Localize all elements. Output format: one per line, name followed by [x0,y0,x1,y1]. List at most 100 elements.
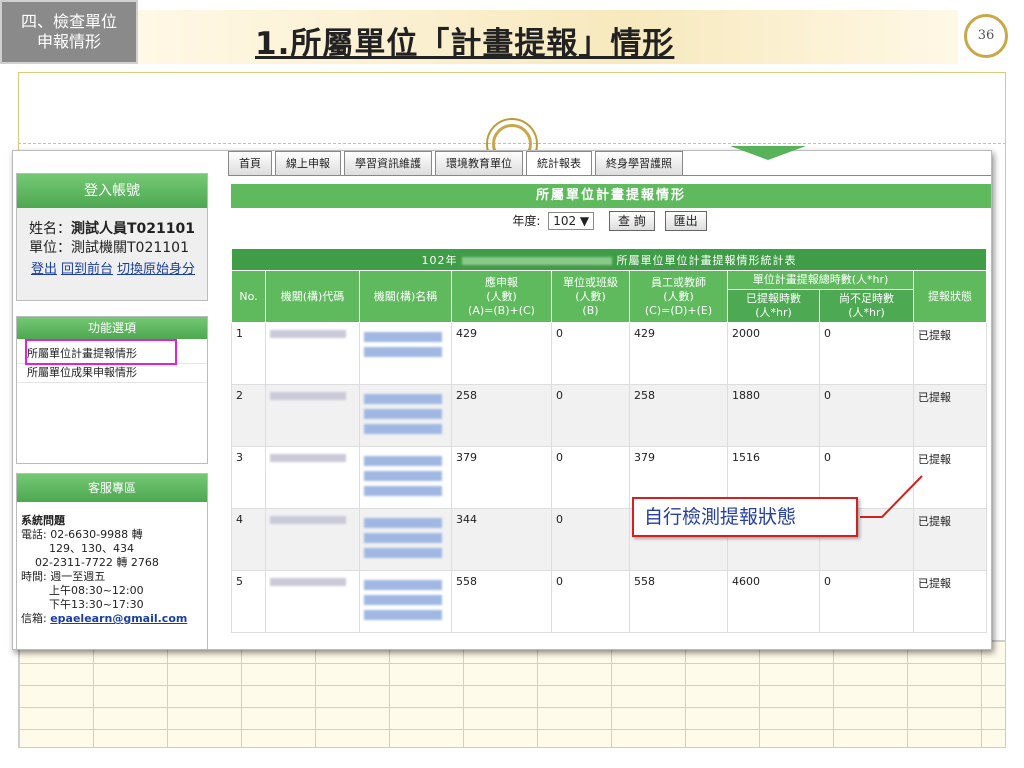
tab-statistics[interactable]: 統計報表 [526,151,592,175]
cell-name-redacted [359,446,452,509]
tab-learning-info[interactable]: 學習資訊維護 [344,151,432,175]
cell-c: 558 [629,570,728,633]
service-phone-3: 02-2311-7722 轉 2768 [35,556,159,569]
cell-name-redacted [359,570,452,633]
service-hours-2: 上午08:30~12:00 [49,584,144,597]
col-status: 提報狀態 [913,270,987,323]
cell-code-redacted [265,446,360,509]
cell-status: 已提報 [913,508,987,571]
cell-a: 379 [451,446,552,509]
col-should: 應申報 (人數) (A)=(B)+(C) [451,270,552,323]
name-value: 測試人員T021101 [71,221,195,237]
cell-name-redacted [359,322,452,385]
top-nav: 首頁 線上申報 學習資訊維護 環境教育單位 統計報表 終身學習護照 [228,151,683,175]
service-phone-1: 電話: 02-6630-9988 轉 [21,528,143,541]
cell-a: 558 [451,570,552,633]
logout-link[interactable]: 登出 [31,262,57,277]
cell-status: 已提報 [913,446,987,509]
table-row: 2 258 0 258 1880 0 已提報 [231,384,987,447]
account-links: 登出 回到前台 切換原始身分 [17,258,207,277]
login-box: 登入帳號 姓名：測試人員T021101 單位：測試機關T021101 登出 回到前… [16,173,208,301]
cell-name-redacted [359,384,452,447]
col-unit-level: 單位或班級 (人數) (B) [551,270,630,323]
cell-status: 已提報 [913,384,987,447]
table-row: 5 558 0 558 4600 0 已提報 [231,570,987,633]
cell-b: 0 [551,570,630,633]
cell-code-redacted [265,570,360,633]
nav-underline [228,175,991,176]
service-title: 系統問題 [21,514,65,527]
cell-c: 429 [629,322,728,385]
cell-b: 0 [551,446,630,509]
cell-no: 4 [231,508,266,571]
sidebar-item-result-report[interactable]: 所屬單位成果申報情形 [17,364,207,383]
callout-box: 自行檢測提報狀態 [632,497,858,537]
service-phone-2: 129、130、434 [49,542,134,555]
page-number: 36 [964,14,1008,58]
cell-code-redacted [265,508,360,571]
slide-title: 1.所屬單位「計畫提報」情形 [255,26,675,62]
year-label: 年度: [512,214,541,228]
cell-a: 258 [451,384,552,447]
website-screenshot: 首頁 線上申報 學習資訊維護 環境教育單位 統計報表 終身學習護照 登入帳號 姓… [12,150,992,650]
cell-d: 4600 [727,570,820,633]
col-no: No. [231,270,266,323]
cell-d: 2000 [727,322,820,385]
cell-no: 3 [231,446,266,509]
main-header: 所屬單位計畫提報情形 [231,184,991,208]
back-to-front-link[interactable]: 回到前台 [61,262,113,277]
cell-code-redacted [265,322,360,385]
service-hours-1: 時間: 週一至週五 [21,570,106,583]
table-row: 1 429 0 429 2000 0 已提報 [231,322,987,385]
highlight-box [25,339,177,365]
cell-b: 0 [551,322,630,385]
cell-no: 2 [231,384,266,447]
unit-label: 單位： [29,240,71,256]
query-button[interactable]: 查 詢 [608,211,655,231]
caption-text: 所屬單位單位計畫提報情形統計表 [616,253,797,267]
tab-online-report[interactable]: 線上申報 [275,151,341,175]
service-header: 客服專區 [17,474,207,502]
sidebar: 登入帳號 姓名：測試人員T021101 單位：測試機關T021101 登出 回到前… [13,173,209,649]
year-select[interactable]: 102 ▼ [548,212,595,230]
table-row: 3 379 0 379 1516 0 已提報 [231,446,987,509]
service-box: 客服專區 系統問題 電話: 02-6630-9988 轉 129、130、434… [16,473,208,649]
col-code: 機關(構)代碼 [265,270,360,323]
tab-env-edu-unit[interactable]: 環境教育單位 [435,151,523,175]
col-reported-hours: 已提報時數 (人*hr) [727,289,820,323]
email-link[interactable]: epaelearn@gmail.com [50,612,187,625]
cell-name-redacted [359,508,452,571]
table-caption: 102年 所屬單位單位計畫提報情形統計表 [231,248,987,271]
col-lack-hours: 尚不足時數 (人*hr) [819,289,914,323]
caption-redacted [462,256,612,265]
stats-table: 102年 所屬單位單位計畫提報情形統計表 No. 機關(構)代碼 機關(構)名稱… [231,248,987,633]
cell-a: 344 [451,508,552,571]
table-row: 4 344 0 已提報 [231,508,987,571]
name-label: 姓名： [29,221,71,237]
cell-d: 1880 [727,384,820,447]
cell-code-redacted [265,384,360,447]
cell-e: 0 [819,322,914,385]
cell-c: 258 [629,384,728,447]
cell-no: 1 [231,322,266,385]
export-button[interactable]: 匯出 [664,211,707,231]
cell-status: 已提報 [913,570,987,633]
tab-home[interactable]: 首頁 [228,151,272,175]
cell-a: 429 [451,322,552,385]
col-staff: 員工或教師 (人數) (C)=(D)+(E) [629,270,728,323]
main-content: 所屬單位計畫提報情形 年度: 102 ▼ 查 詢 匯出 102年 所屬單位單位計… [231,184,991,633]
caption-year: 102年 [421,253,458,267]
col-hours-group: 單位計畫提報總時數(人*hr) [727,270,914,290]
email-label: 信箱: [21,612,51,625]
user-info: 姓名：測試人員T021101 單位：測試機關T021101 [17,208,207,258]
cell-no: 5 [231,570,266,633]
tab-lifelong-passport[interactable]: 終身學習護照 [595,151,683,175]
service-hours-3: 下午13:30~17:30 [49,598,144,611]
slide-grid-decoration [18,640,1006,748]
switch-identity-link[interactable]: 切換原始身分 [117,262,195,277]
cell-e: 0 [819,570,914,633]
col-name: 機關(構)名稱 [359,270,452,323]
cell-b: 0 [551,384,630,447]
green-arrow-decoration [730,146,806,160]
function-header: 功能選項 [17,317,207,339]
